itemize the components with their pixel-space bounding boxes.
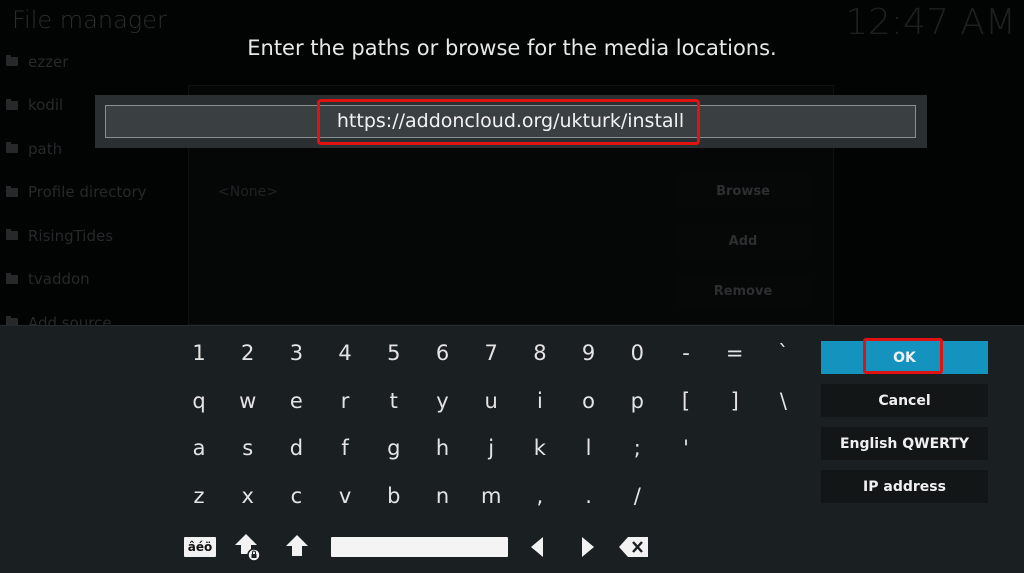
key[interactable]: h bbox=[423, 428, 463, 468]
key[interactable]: 6 bbox=[423, 333, 463, 373]
caps-lock-icon[interactable] bbox=[234, 532, 262, 562]
dialog-heading: Enter the paths or browse for the media … bbox=[247, 36, 777, 60]
key[interactable]: r bbox=[325, 381, 365, 421]
key[interactable]: x bbox=[228, 476, 268, 516]
browse-button[interactable]: Browse bbox=[676, 174, 810, 208]
key[interactable]: 5 bbox=[374, 333, 414, 373]
key[interactable]: 0 bbox=[617, 333, 657, 373]
source-item[interactable]: RisingTides bbox=[0, 214, 185, 258]
key[interactable]: 2 bbox=[228, 333, 268, 373]
key[interactable]: c bbox=[276, 476, 316, 516]
key[interactable]: 7 bbox=[471, 333, 511, 373]
key[interactable]: w bbox=[228, 381, 268, 421]
key[interactable]: v bbox=[325, 476, 365, 516]
source-label: kodil bbox=[28, 96, 64, 115]
backspace-icon[interactable] bbox=[619, 537, 649, 557]
key[interactable]: \ bbox=[763, 381, 803, 421]
key[interactable]: ` bbox=[763, 333, 803, 373]
source-item[interactable]: Profile directory bbox=[0, 171, 185, 215]
key[interactable]: ' bbox=[666, 428, 706, 468]
key[interactable]: = bbox=[715, 333, 755, 373]
key[interactable]: e bbox=[276, 381, 316, 421]
accent-chars-key[interactable]: âéö bbox=[184, 537, 216, 557]
key[interactable]: m bbox=[471, 476, 511, 516]
key[interactable]: / bbox=[617, 476, 657, 516]
key[interactable]: y bbox=[423, 381, 463, 421]
source-label: RisingTides bbox=[28, 226, 114, 245]
key[interactable]: u bbox=[471, 381, 511, 421]
key[interactable]: ] bbox=[715, 381, 755, 421]
key[interactable]: 1 bbox=[179, 333, 219, 373]
key[interactable]: s bbox=[228, 428, 268, 468]
sources-list: ezzer kodil path Profile directory Risin… bbox=[0, 40, 185, 345]
key[interactable]: i bbox=[520, 381, 560, 421]
key[interactable]: g bbox=[374, 428, 414, 468]
key[interactable]: f bbox=[325, 428, 365, 468]
key[interactable]: - bbox=[666, 333, 706, 373]
key[interactable]: z bbox=[179, 476, 219, 516]
source-label: tvaddon bbox=[28, 270, 90, 289]
key[interactable]: j bbox=[471, 428, 511, 468]
key[interactable]: [ bbox=[666, 381, 706, 421]
key[interactable]: 9 bbox=[569, 333, 609, 373]
key[interactable]: ; bbox=[617, 428, 657, 468]
source-label: path bbox=[28, 139, 63, 158]
cursor-left-icon[interactable] bbox=[528, 536, 546, 558]
file-manager-title: File manager bbox=[12, 6, 167, 34]
key[interactable]: q bbox=[179, 381, 219, 421]
key[interactable]: d bbox=[276, 428, 316, 468]
cursor-right-icon[interactable] bbox=[579, 536, 597, 558]
key[interactable]: t bbox=[374, 381, 414, 421]
ok-highlight-box bbox=[863, 338, 943, 374]
keyboard-layout-button[interactable]: English QWERTY bbox=[821, 427, 988, 460]
ip-address-button[interactable]: IP address bbox=[821, 470, 988, 503]
space-bar[interactable] bbox=[331, 537, 508, 557]
key[interactable]: . bbox=[569, 476, 609, 516]
source-item[interactable]: tvaddon bbox=[0, 258, 185, 302]
folder-icon bbox=[6, 229, 18, 241]
none-path-label: <None> bbox=[218, 184, 278, 200]
source-label: Profile directory bbox=[28, 183, 147, 202]
key[interactable]: , bbox=[520, 476, 560, 516]
key[interactable]: l bbox=[569, 428, 609, 468]
key[interactable]: o bbox=[569, 381, 609, 421]
key[interactable]: a bbox=[179, 428, 219, 468]
folder-icon bbox=[6, 272, 18, 284]
url-highlight-box bbox=[317, 99, 700, 145]
cancel-button[interactable]: Cancel bbox=[821, 384, 988, 417]
key[interactable]: k bbox=[520, 428, 560, 468]
folder-icon bbox=[6, 185, 18, 197]
key[interactable]: p bbox=[617, 381, 657, 421]
key[interactable]: 4 bbox=[325, 333, 365, 373]
folder-icon bbox=[6, 98, 18, 110]
key[interactable]: n bbox=[423, 476, 463, 516]
key[interactable]: 3 bbox=[276, 333, 316, 373]
key[interactable]: b bbox=[374, 476, 414, 516]
folder-icon bbox=[6, 142, 18, 154]
shift-icon[interactable] bbox=[285, 533, 309, 559]
remove-button[interactable]: Remove bbox=[676, 274, 810, 308]
add-button[interactable]: Add bbox=[676, 224, 810, 258]
key[interactable]: 8 bbox=[520, 333, 560, 373]
